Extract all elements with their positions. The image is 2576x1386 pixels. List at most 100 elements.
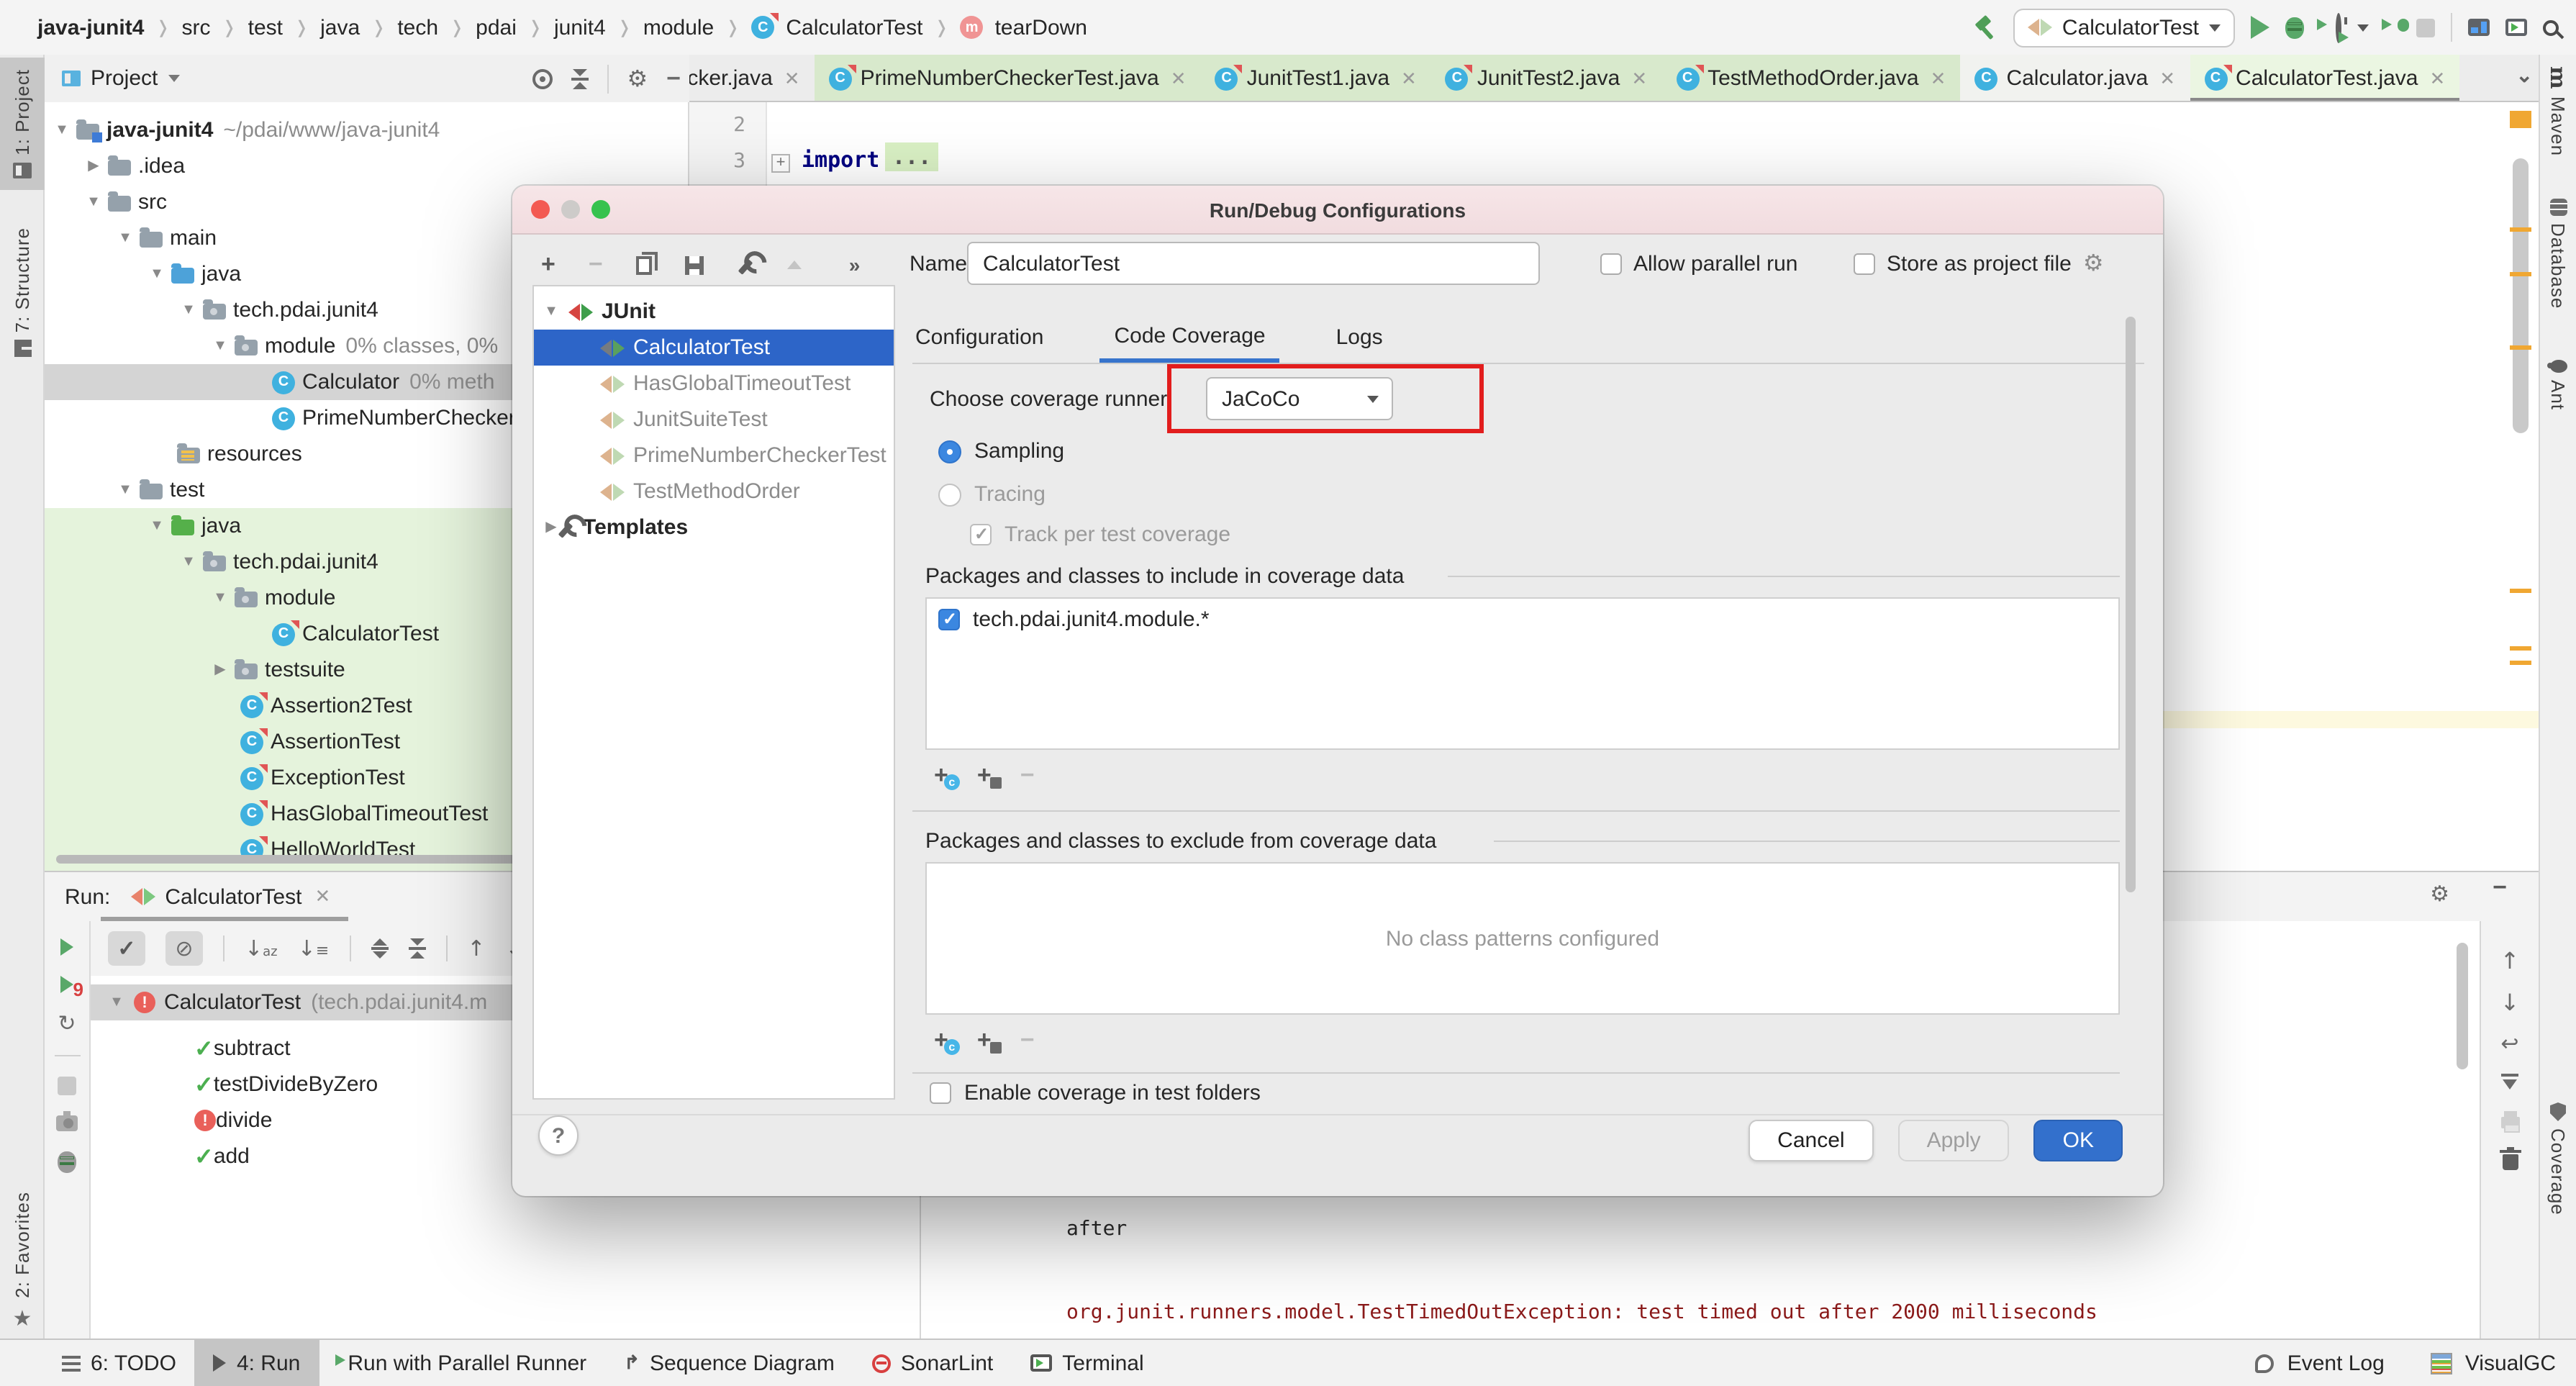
tree-row[interactable]: main <box>117 220 217 256</box>
dialog-title-bar[interactable]: Run/Debug Configurations <box>512 186 2163 235</box>
tree-row[interactable]: module <box>212 580 335 616</box>
dialog-scrollbar-thumb[interactable] <box>2126 317 2136 892</box>
folded-imports[interactable]: ... <box>885 142 938 171</box>
breadcrumb-item[interactable]: test <box>248 15 283 40</box>
hide-panel-icon[interactable]: − <box>2493 878 2507 898</box>
kill-process-icon[interactable] <box>58 1151 76 1173</box>
breadcrumb-item[interactable]: junit4 <box>554 15 606 40</box>
sidebar-item-maven[interactable]: m Maven <box>2540 66 2576 157</box>
cancel-button[interactable]: Cancel <box>1749 1120 1873 1161</box>
snapshot-icon[interactable] <box>56 1115 78 1131</box>
breadcrumb-item[interactable]: module <box>643 15 714 40</box>
tree-row[interactable]: Assertion2Test <box>240 688 412 724</box>
exclude-patterns-list[interactable]: No class patterns configured <box>925 862 2120 1015</box>
expander-open-icon[interactable] <box>117 230 134 246</box>
tree-row-project-root[interactable]: java-junit4 ~/pdai/www/java-junit4 <box>53 112 440 148</box>
sort-by-duration-icon[interactable]: ↓≡ <box>298 938 330 959</box>
expander-open-icon[interactable] <box>85 194 102 210</box>
name-input[interactable] <box>967 242 1540 285</box>
tree-row[interactable]: CalculatorTest <box>272 616 439 652</box>
radio-selected[interactable] <box>938 440 961 463</box>
tree-row[interactable]: java <box>148 256 241 292</box>
store-settings-gear-icon[interactable]: ⚙ <box>2083 252 2104 275</box>
copy-configuration-icon[interactable] <box>636 255 652 274</box>
sidebar-item-database[interactable]: Database <box>2540 199 2576 309</box>
scrollbar-thumb[interactable] <box>2513 158 2529 433</box>
project-panel-header[interactable]: Project ⚙ − <box>45 55 689 102</box>
tree-row[interactable]: PrimeNumberChecker <box>272 400 516 436</box>
collapse-all-icon[interactable] <box>571 68 588 89</box>
tree-row[interactable]: AssertionTest <box>240 724 400 760</box>
tree-row[interactable]: tech.pdai.junit4 <box>180 544 378 580</box>
editor-tab[interactable]: JunitTest2.java ✕ <box>1431 55 1661 102</box>
show-ignored-toggle[interactable]: ⊘ <box>165 931 203 966</box>
toolwindow-button-run[interactable]: 4: Run <box>195 1339 319 1386</box>
minimize-window-button[interactable] <box>561 200 580 219</box>
test-row[interactable]: add <box>194 1138 250 1174</box>
run-configuration-select[interactable]: CalculatorTest <box>2013 8 2235 47</box>
ok-button[interactable]: OK <box>2034 1120 2123 1161</box>
editor-tab[interactable]: TestMethodOrder.java ✕ <box>1661 55 1960 102</box>
config-group-templates[interactable]: Templates <box>534 509 894 545</box>
add-class-icon[interactable]: + <box>934 1032 948 1049</box>
breadcrumb-item[interactable]: java-junit4 <box>37 15 144 40</box>
refresh-icon[interactable]: ↻ <box>58 1013 76 1035</box>
expander-closed-icon[interactable] <box>212 662 229 678</box>
tree-row[interactable]: test <box>117 472 204 508</box>
tree-row[interactable]: java <box>148 508 241 544</box>
close-icon[interactable]: ✕ <box>1171 67 1187 90</box>
clear-console-icon[interactable] <box>2502 1154 2518 1170</box>
profiler-button[interactable] <box>2336 15 2341 40</box>
toolwindow-button-parallel-runner[interactable]: Run with Parallel Runner <box>319 1339 605 1386</box>
visualgc-button[interactable]: VisualGC <box>2465 1351 2556 1375</box>
config-item-selected[interactable]: CalculatorTest <box>534 330 894 366</box>
close-icon[interactable]: ✕ <box>1631 67 1647 90</box>
breadcrumb-item[interactable]: tech <box>397 15 438 40</box>
tree-row[interactable]: resources <box>177 436 302 472</box>
sidebar-item-favorites[interactable]: 2: Favorites ★ <box>0 1180 45 1343</box>
allow-parallel-run-checkbox[interactable]: Allow parallel run <box>1600 242 1797 285</box>
show-passed-toggle[interactable]: ✓ <box>108 931 145 966</box>
editor-tab[interactable]: Calculator.java ✕ <box>1960 55 2190 102</box>
add-class-icon[interactable]: + <box>934 767 948 784</box>
locate-file-icon[interactable] <box>532 68 552 89</box>
tab-logs[interactable]: Logs <box>1333 312 1386 363</box>
gear-icon[interactable]: ⚙ <box>2430 884 2449 905</box>
expander-open-icon[interactable] <box>212 338 229 354</box>
more-actions-icon[interactable]: » <box>849 255 861 275</box>
run-anything-icon[interactable] <box>2505 19 2527 36</box>
sidebar-item-coverage[interactable]: Coverage <box>2540 1102 2576 1215</box>
close-icon[interactable]: ✕ <box>784 67 800 90</box>
breadcrumb-item[interactable]: tearDown <box>995 15 1087 40</box>
config-item[interactable]: JunitSuiteTest <box>534 402 894 438</box>
expander-closed-icon[interactable] <box>543 520 560 535</box>
checkbox-checked[interactable] <box>938 609 960 630</box>
sidebar-item-project[interactable]: 1: Project <box>0 58 45 190</box>
close-icon[interactable]: ✕ <box>2430 67 2446 90</box>
build-project-icon[interactable] <box>1973 15 1997 40</box>
close-icon[interactable]: ✕ <box>2159 67 2175 90</box>
rerun-failed-tests-icon[interactable] <box>60 976 73 993</box>
expander-open-icon[interactable] <box>180 302 197 318</box>
expander-open-icon[interactable] <box>148 266 165 282</box>
debug-button[interactable] <box>2285 17 2304 38</box>
tab-list-chevron-icon[interactable]: ⌄ <box>2516 63 2533 88</box>
event-log-button[interactable]: Event Log <box>2287 1351 2385 1375</box>
checkbox-unchecked[interactable] <box>1600 253 1622 274</box>
breadcrumb-item[interactable]: java <box>320 15 360 40</box>
tree-row[interactable]: tech.pdai.junit4 <box>180 292 378 328</box>
editor-scrollbar[interactable] <box>2510 102 2533 921</box>
breadcrumb-item[interactable]: CalculatorTest <box>786 15 922 40</box>
toolwindow-button-sequence-diagram[interactable]: ↱ Sequence Diagram <box>605 1339 853 1386</box>
close-icon[interactable]: ✕ <box>314 885 330 908</box>
scroll-to-end-icon[interactable] <box>2501 1074 2518 1092</box>
run-button[interactable] <box>2251 16 2269 39</box>
expand-all-icon[interactable] <box>371 938 388 959</box>
expander-open-icon[interactable] <box>212 590 229 606</box>
editor-tab-selected[interactable]: CalculatorTest.java ✕ <box>2190 55 2459 102</box>
zoom-window-button[interactable] <box>591 200 610 219</box>
soft-wrap-icon[interactable]: ↩ <box>2500 1033 2518 1055</box>
add-package-icon[interactable]: + <box>977 1032 992 1049</box>
search-everywhere-icon[interactable] <box>2543 19 2559 35</box>
expander-open-icon[interactable] <box>117 482 134 498</box>
